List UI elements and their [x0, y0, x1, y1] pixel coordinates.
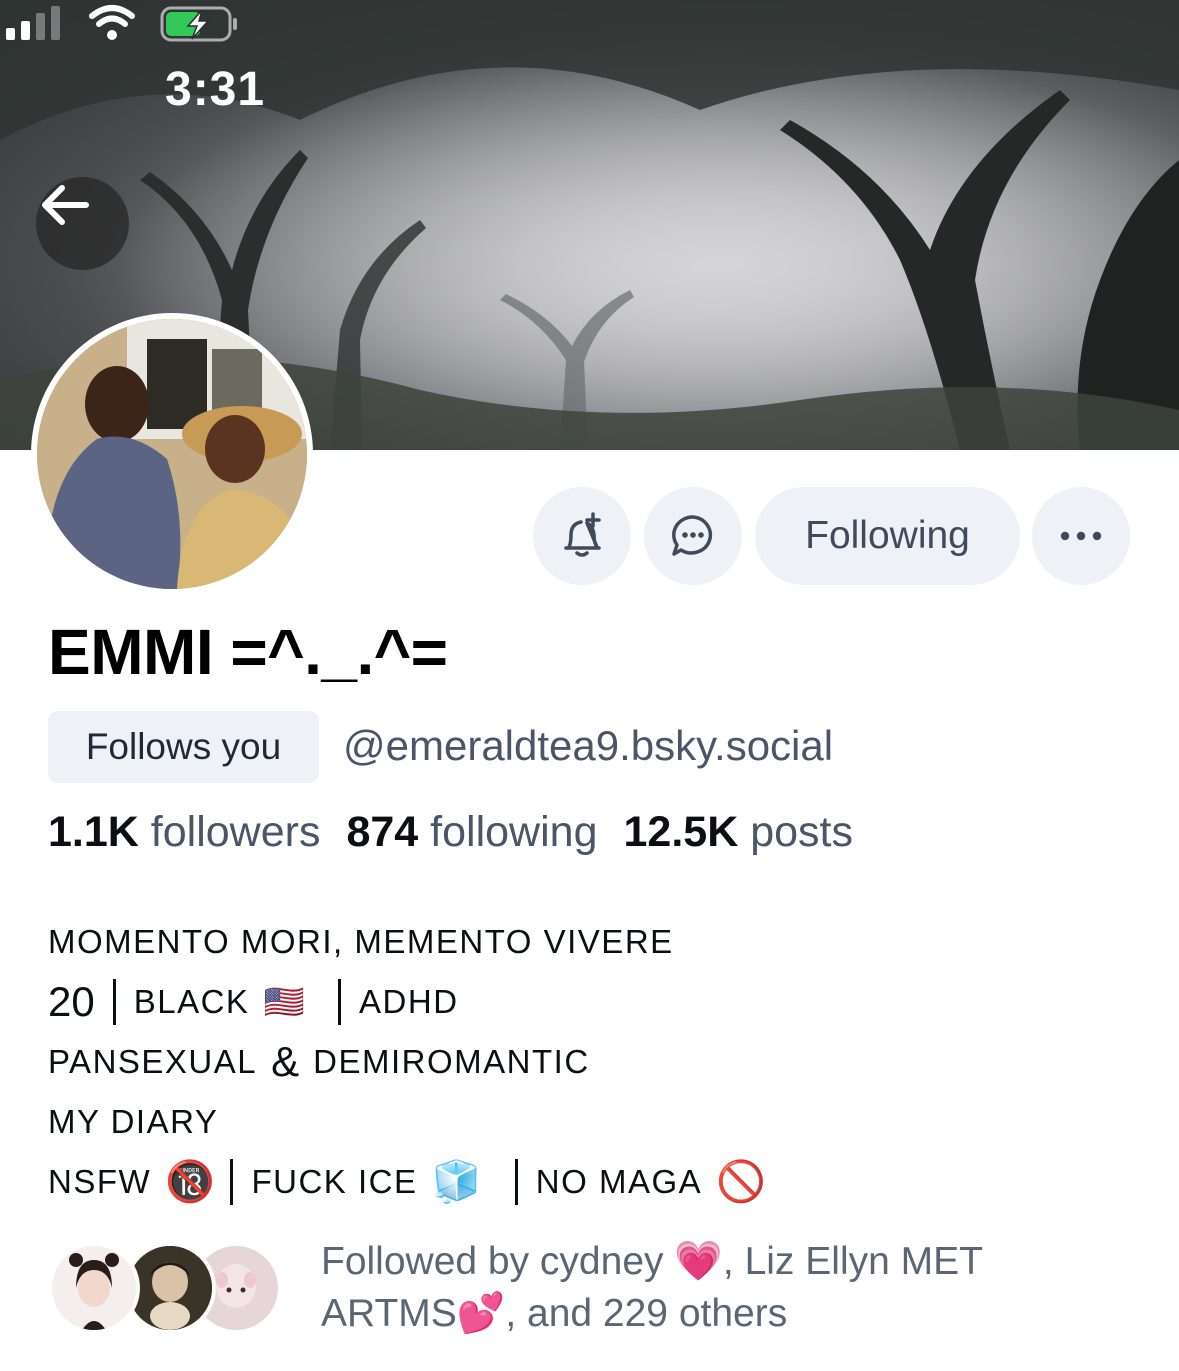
follows-you-badge: Follows you	[48, 711, 319, 783]
followers-label: followers	[150, 808, 321, 856]
followers-link[interactable]: 1.1K followers	[48, 808, 320, 856]
bio-text: FUCK ICE	[251, 1163, 418, 1200]
bio-text: NSFW	[48, 1163, 152, 1200]
following-button[interactable]: Following	[755, 487, 1020, 585]
bell-plus-icon	[564, 512, 601, 557]
status-time: 3:31	[165, 63, 266, 116]
subscribe-notifications-button[interactable]	[533, 487, 631, 585]
profile-handle: @emeraldtea9.bsky.social	[343, 722, 834, 769]
following-count: 874	[346, 808, 419, 856]
followed-by-line: Followed by cydney 💗, Liz Ellyn MET	[321, 1240, 983, 1283]
divider	[514, 1159, 518, 1205]
display-name: EMMI =^._.^=	[48, 616, 448, 688]
bio-text: BLACK	[133, 983, 250, 1020]
followed-by-line: ARTMS💕, and 229 others	[321, 1292, 788, 1335]
status-icons	[6, 5, 237, 42]
ice-cube-icon: 🧊	[431, 1160, 483, 1204]
profile-stats: 1.1K followers 874 following 12.5K posts	[48, 808, 853, 857]
following-label: following	[430, 808, 598, 856]
bio-text: &	[271, 1038, 300, 1085]
posts-label: posts	[750, 808, 853, 856]
ellipsis-icon	[1060, 531, 1102, 541]
bio-line: 20 BLACK 🇺🇸 ADHD	[48, 972, 1048, 1032]
bio-text: MOMENTO MORI, MEMENTO VIVERE	[48, 923, 674, 960]
bio-text: 20	[48, 978, 95, 1025]
follower-avatar[interactable]	[48, 1242, 140, 1334]
profile-bio: MOMENTO MORI, MEMENTO VIVERE 20 BLACK 🇺🇸…	[48, 912, 1048, 1212]
followers-count: 1.1K	[48, 808, 139, 856]
arrow-left-icon	[42, 185, 89, 225]
followed-by-text[interactable]: Followed by cydney 💗, Liz Ellyn MET ARTM…	[321, 1236, 1081, 1340]
us-flag-icon: 🇺🇸	[263, 983, 307, 1020]
divider	[112, 979, 116, 1025]
bio-line: MOMENTO MORI, MEMENTO VIVERE	[48, 912, 1048, 972]
divider	[230, 1159, 234, 1205]
wifi-icon	[89, 5, 135, 40]
posts-stat: 12.5K posts	[624, 808, 853, 856]
prohibited-icon: 🚫	[716, 1160, 768, 1204]
signal-icon	[6, 6, 60, 40]
battery-charging-icon	[160, 6, 237, 42]
no-under-18-icon: 🔞	[165, 1160, 217, 1204]
bio-text: DEMIROMANTIC	[313, 1043, 590, 1080]
following-link[interactable]: 874 following	[346, 808, 597, 856]
message-button[interactable]	[644, 487, 742, 585]
avatar-photo	[37, 319, 307, 589]
back-button[interactable]	[36, 177, 129, 270]
bio-text: PANSEXUAL	[48, 1043, 258, 1080]
bio-line: NSFW 🔞 FUCK ICE 🧊 NO MAGA 🚫	[48, 1152, 1048, 1212]
chat-bubble-icon	[672, 515, 713, 556]
bio-text: MY DIARY	[48, 1103, 219, 1140]
more-options-button[interactable]	[1032, 487, 1130, 585]
bio-line: PANSEXUAL & DEMIROMANTIC	[48, 1032, 1048, 1092]
divider	[338, 979, 342, 1025]
bio-text: NO MAGA	[535, 1163, 703, 1200]
bio-text: ADHD	[359, 983, 459, 1020]
avatar[interactable]	[31, 313, 313, 595]
posts-count: 12.5K	[623, 808, 739, 856]
bio-line: MY DIARY	[48, 1092, 1048, 1152]
